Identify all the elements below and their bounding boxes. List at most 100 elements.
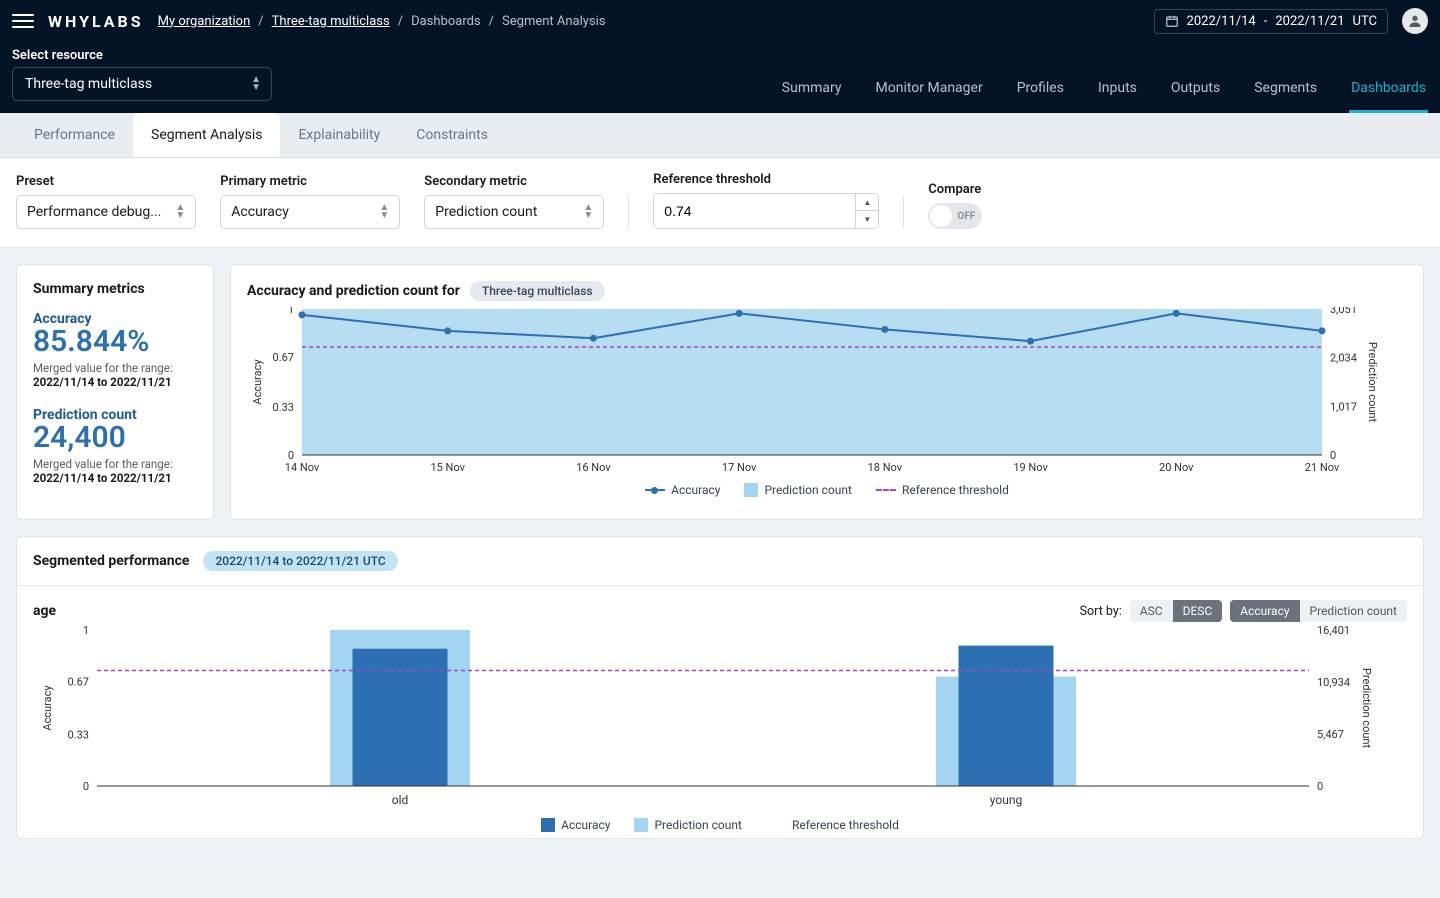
svg-text:young: young (990, 793, 1022, 807)
prediction-count-value: 24,400 (33, 423, 197, 453)
svg-text:Accuracy: Accuracy (41, 685, 54, 731)
sort-label: Sort by: (1080, 604, 1122, 619)
tab-performance[interactable]: Performance (16, 113, 133, 157)
svg-text:14 Nov: 14 Nov (285, 461, 320, 474)
secondary-metric-label: Secondary metric (424, 174, 604, 189)
svg-text:1: 1 (288, 307, 294, 316)
chevron-updown-icon: ▲▼ (251, 76, 261, 92)
svg-text:Prediction count: Prediction count (1366, 342, 1377, 423)
svg-text:15 Nov: 15 Nov (430, 461, 465, 474)
svg-text:0.33: 0.33 (68, 729, 89, 742)
nav-dashboards[interactable]: Dashboards (1349, 70, 1428, 113)
accuracy-sub: Merged value for the range:2022/11/14 to… (33, 361, 197, 389)
primary-metric-label: Primary metric (220, 174, 400, 189)
preset-select[interactable]: Performance debug... ▲▼ (16, 195, 196, 229)
preset-label: Preset (16, 174, 196, 189)
summary-metrics-card: Summary metrics Accuracy 85.844% Merged … (16, 264, 214, 520)
crumb-sep: / (398, 14, 403, 29)
segment-feature-name: age (33, 603, 56, 619)
breadcrumb: My organization / Three-tag multiclass /… (158, 14, 606, 29)
svg-text:21 Nov: 21 Nov (1305, 461, 1340, 474)
compare-toggle[interactable]: OFF (928, 203, 982, 229)
main-chart-card: Accuracy and prediction count for Three-… (230, 264, 1424, 520)
segment-chart-legend: Accuracy Prediction count Reference thre… (33, 818, 1407, 832)
svg-text:0: 0 (83, 780, 89, 793)
nav-segments[interactable]: Segments (1252, 70, 1319, 113)
segment-chart: old young 0 0.33 0.67 1 0 5,467 10,934 16,401 Accu… (33, 622, 1373, 812)
svg-text:2,034: 2,034 (1330, 352, 1357, 365)
svg-text:17 Nov: 17 Nov (722, 461, 757, 474)
svg-text:20 Nov: 20 Nov (1159, 461, 1194, 474)
sort-prediction-count[interactable]: Prediction count (1300, 600, 1407, 622)
date-from: 2022/11/14 (1187, 14, 1256, 29)
user-icon (1407, 13, 1423, 29)
nav-profiles[interactable]: Profiles (1015, 70, 1066, 113)
svg-text:5,467: 5,467 (1317, 728, 1344, 741)
controls-bar: Preset Performance debug... ▲▼ Primary m… (0, 158, 1440, 248)
threshold-step-up[interactable]: ▲ (856, 194, 878, 211)
user-avatar[interactable] (1402, 8, 1428, 34)
svg-text:0: 0 (1317, 780, 1323, 793)
threshold-field[interactable] (654, 194, 855, 228)
svg-text:0.67: 0.67 (68, 675, 89, 688)
main-chart: 00.330.67101,0172,0343,05114 Nov15 Nov16… (247, 307, 1377, 477)
crumb-resource[interactable]: Three-tag multiclass (272, 14, 390, 29)
svg-text:19 Nov: 19 Nov (1013, 461, 1048, 474)
sort-desc[interactable]: DESC (1173, 600, 1223, 622)
sort-direction: ASC DESC (1130, 600, 1222, 622)
main-chart-legend: Accuracy Prediction count Reference thre… (247, 483, 1407, 497)
chevron-updown-icon: ▲▼ (583, 204, 593, 220)
svg-text:16 Nov: 16 Nov (576, 461, 611, 474)
segmented-performance-card: Segmented performance 2022/11/14 to 2022… (16, 536, 1424, 839)
prediction-count-sub: Merged value for the range:2022/11/14 to… (33, 457, 197, 485)
nav-monitor[interactable]: Monitor Manager (874, 70, 985, 113)
date-range-picker[interactable]: 2022/11/14 - 2022/11/21 UTC (1154, 9, 1388, 34)
crumb-section: Dashboards (411, 14, 481, 29)
resource-select[interactable]: Three-tag multiclass ▲▼ (12, 67, 272, 101)
crumb-org[interactable]: My organization (158, 14, 251, 29)
nav-summary[interactable]: Summary (780, 70, 844, 113)
threshold-label: Reference threshold (653, 172, 879, 187)
date-tz: UTC (1353, 14, 1377, 29)
crumb-sep: / (258, 14, 263, 29)
subtabs: Performance Segment Analysis Explainabil… (0, 113, 1440, 158)
primary-metric-select[interactable]: Accuracy ▲▼ (220, 195, 400, 229)
tab-explainability[interactable]: Explainability (280, 113, 398, 157)
segmented-title: Segmented performance (33, 553, 189, 569)
svg-text:Prediction count: Prediction count (1360, 668, 1373, 749)
svg-text:16,401: 16,401 (1317, 624, 1350, 637)
svg-text:1,017: 1,017 (1330, 400, 1357, 413)
divider (903, 195, 904, 229)
svg-text:10,934: 10,934 (1317, 676, 1350, 689)
resource-chip: Three-tag multiclass (470, 281, 605, 301)
tab-segment-analysis[interactable]: Segment Analysis (133, 113, 280, 157)
nav-outputs[interactable]: Outputs (1169, 70, 1222, 113)
crumb-page: Segment Analysis (502, 14, 606, 29)
threshold-step-down[interactable]: ▼ (856, 211, 878, 228)
calendar-icon (1165, 14, 1179, 28)
threshold-input[interactable]: ▲ ▼ (653, 193, 879, 229)
sort-asc[interactable]: ASC (1130, 600, 1173, 622)
main-nav: Summary Monitor Manager Profiles Inputs … (780, 70, 1428, 113)
divider (628, 195, 629, 229)
date-to: 2022/11/21 (1275, 14, 1344, 29)
accuracy-value: 85.844% (33, 327, 197, 357)
svg-text:18 Nov: 18 Nov (868, 461, 903, 474)
secondary-metric-select[interactable]: Prediction count ▲▼ (424, 195, 604, 229)
svg-text:0.67: 0.67 (273, 351, 294, 364)
svg-text:Accuracy: Accuracy (251, 359, 264, 405)
resource-label: Select resource (12, 48, 272, 63)
chevron-updown-icon: ▲▼ (379, 204, 389, 220)
svg-text:3,051: 3,051 (1330, 307, 1357, 316)
sort-accuracy[interactable]: Accuracy (1230, 600, 1299, 622)
crumb-sep: / (489, 14, 494, 29)
svg-text:0.33: 0.33 (273, 401, 294, 414)
svg-text:old: old (392, 793, 409, 807)
menu-icon[interactable] (12, 10, 34, 32)
tab-constraints[interactable]: Constraints (398, 113, 506, 157)
topbar: WHYLABS My organization / Three-tag mult… (0, 0, 1440, 113)
chart-title: Accuracy and prediction count for (247, 283, 460, 299)
logo: WHYLABS (48, 12, 144, 31)
svg-text:1: 1 (83, 624, 89, 637)
nav-inputs[interactable]: Inputs (1096, 70, 1139, 113)
